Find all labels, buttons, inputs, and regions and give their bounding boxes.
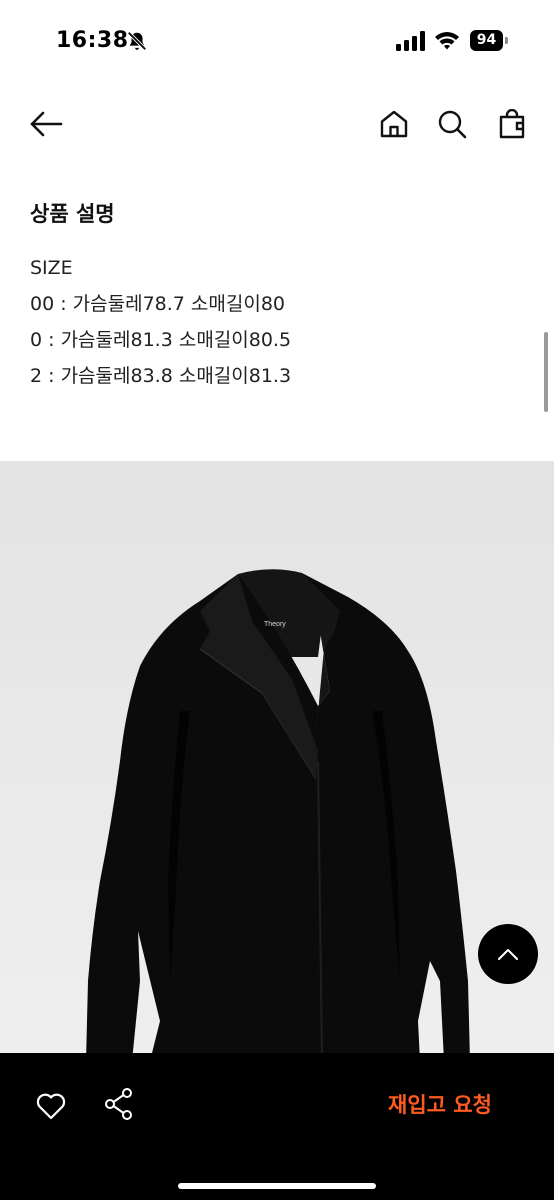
arrow-left-icon <box>30 111 63 137</box>
battery-level: 94 <box>470 30 503 51</box>
cellular-signal-icon <box>396 31 425 51</box>
search-button[interactable] <box>432 104 472 144</box>
status-bar: 16:38 94 <box>0 0 554 84</box>
scroll-to-top-button[interactable] <box>478 924 538 984</box>
battery-indicator: 94 <box>470 30 508 52</box>
brand-label: Theory <box>264 621 286 628</box>
heart-icon <box>36 1093 66 1120</box>
shopping-bag-button[interactable] <box>492 104 532 144</box>
search-icon <box>438 110 467 139</box>
home-indicator <box>178 1183 376 1189</box>
battery-tip <box>505 37 508 44</box>
description-line: 00 : 가슴둘레78.7 소매길이80 <box>30 293 286 315</box>
section-title: 상품 설명 <box>30 202 115 226</box>
description-line: SIZE <box>30 257 73 279</box>
home-icon <box>380 110 408 138</box>
status-time: 16:38 <box>56 28 129 53</box>
restock-request-button[interactable]: 재입고 요청 <box>370 1083 510 1125</box>
home-button[interactable] <box>374 104 414 144</box>
coat-illustration: Theory <box>0 461 554 1061</box>
scroll-indicator[interactable] <box>544 332 548 412</box>
shopping-bag-icon <box>499 109 525 139</box>
product-image: Theory <box>0 461 554 1061</box>
wifi-icon <box>435 32 459 50</box>
share-icon <box>105 1088 132 1120</box>
bottom-action-bar: 재입고 요청 <box>0 1053 554 1200</box>
bell-slash-icon <box>127 31 147 51</box>
share-button[interactable] <box>98 1083 140 1125</box>
chevron-up-icon <box>498 949 518 960</box>
description-line: 0 : 가슴둘레81.3 소매길이80.5 <box>30 329 292 351</box>
like-button[interactable] <box>30 1085 72 1127</box>
product-description: SIZE 00 : 가슴둘레78.7 소매길이80 0 : 가슴둘레81.3 소… <box>30 250 291 394</box>
top-navigation <box>0 96 554 156</box>
description-line: 2 : 가슴둘레83.8 소매길이81.3 <box>30 365 292 387</box>
back-button[interactable] <box>26 104 66 144</box>
